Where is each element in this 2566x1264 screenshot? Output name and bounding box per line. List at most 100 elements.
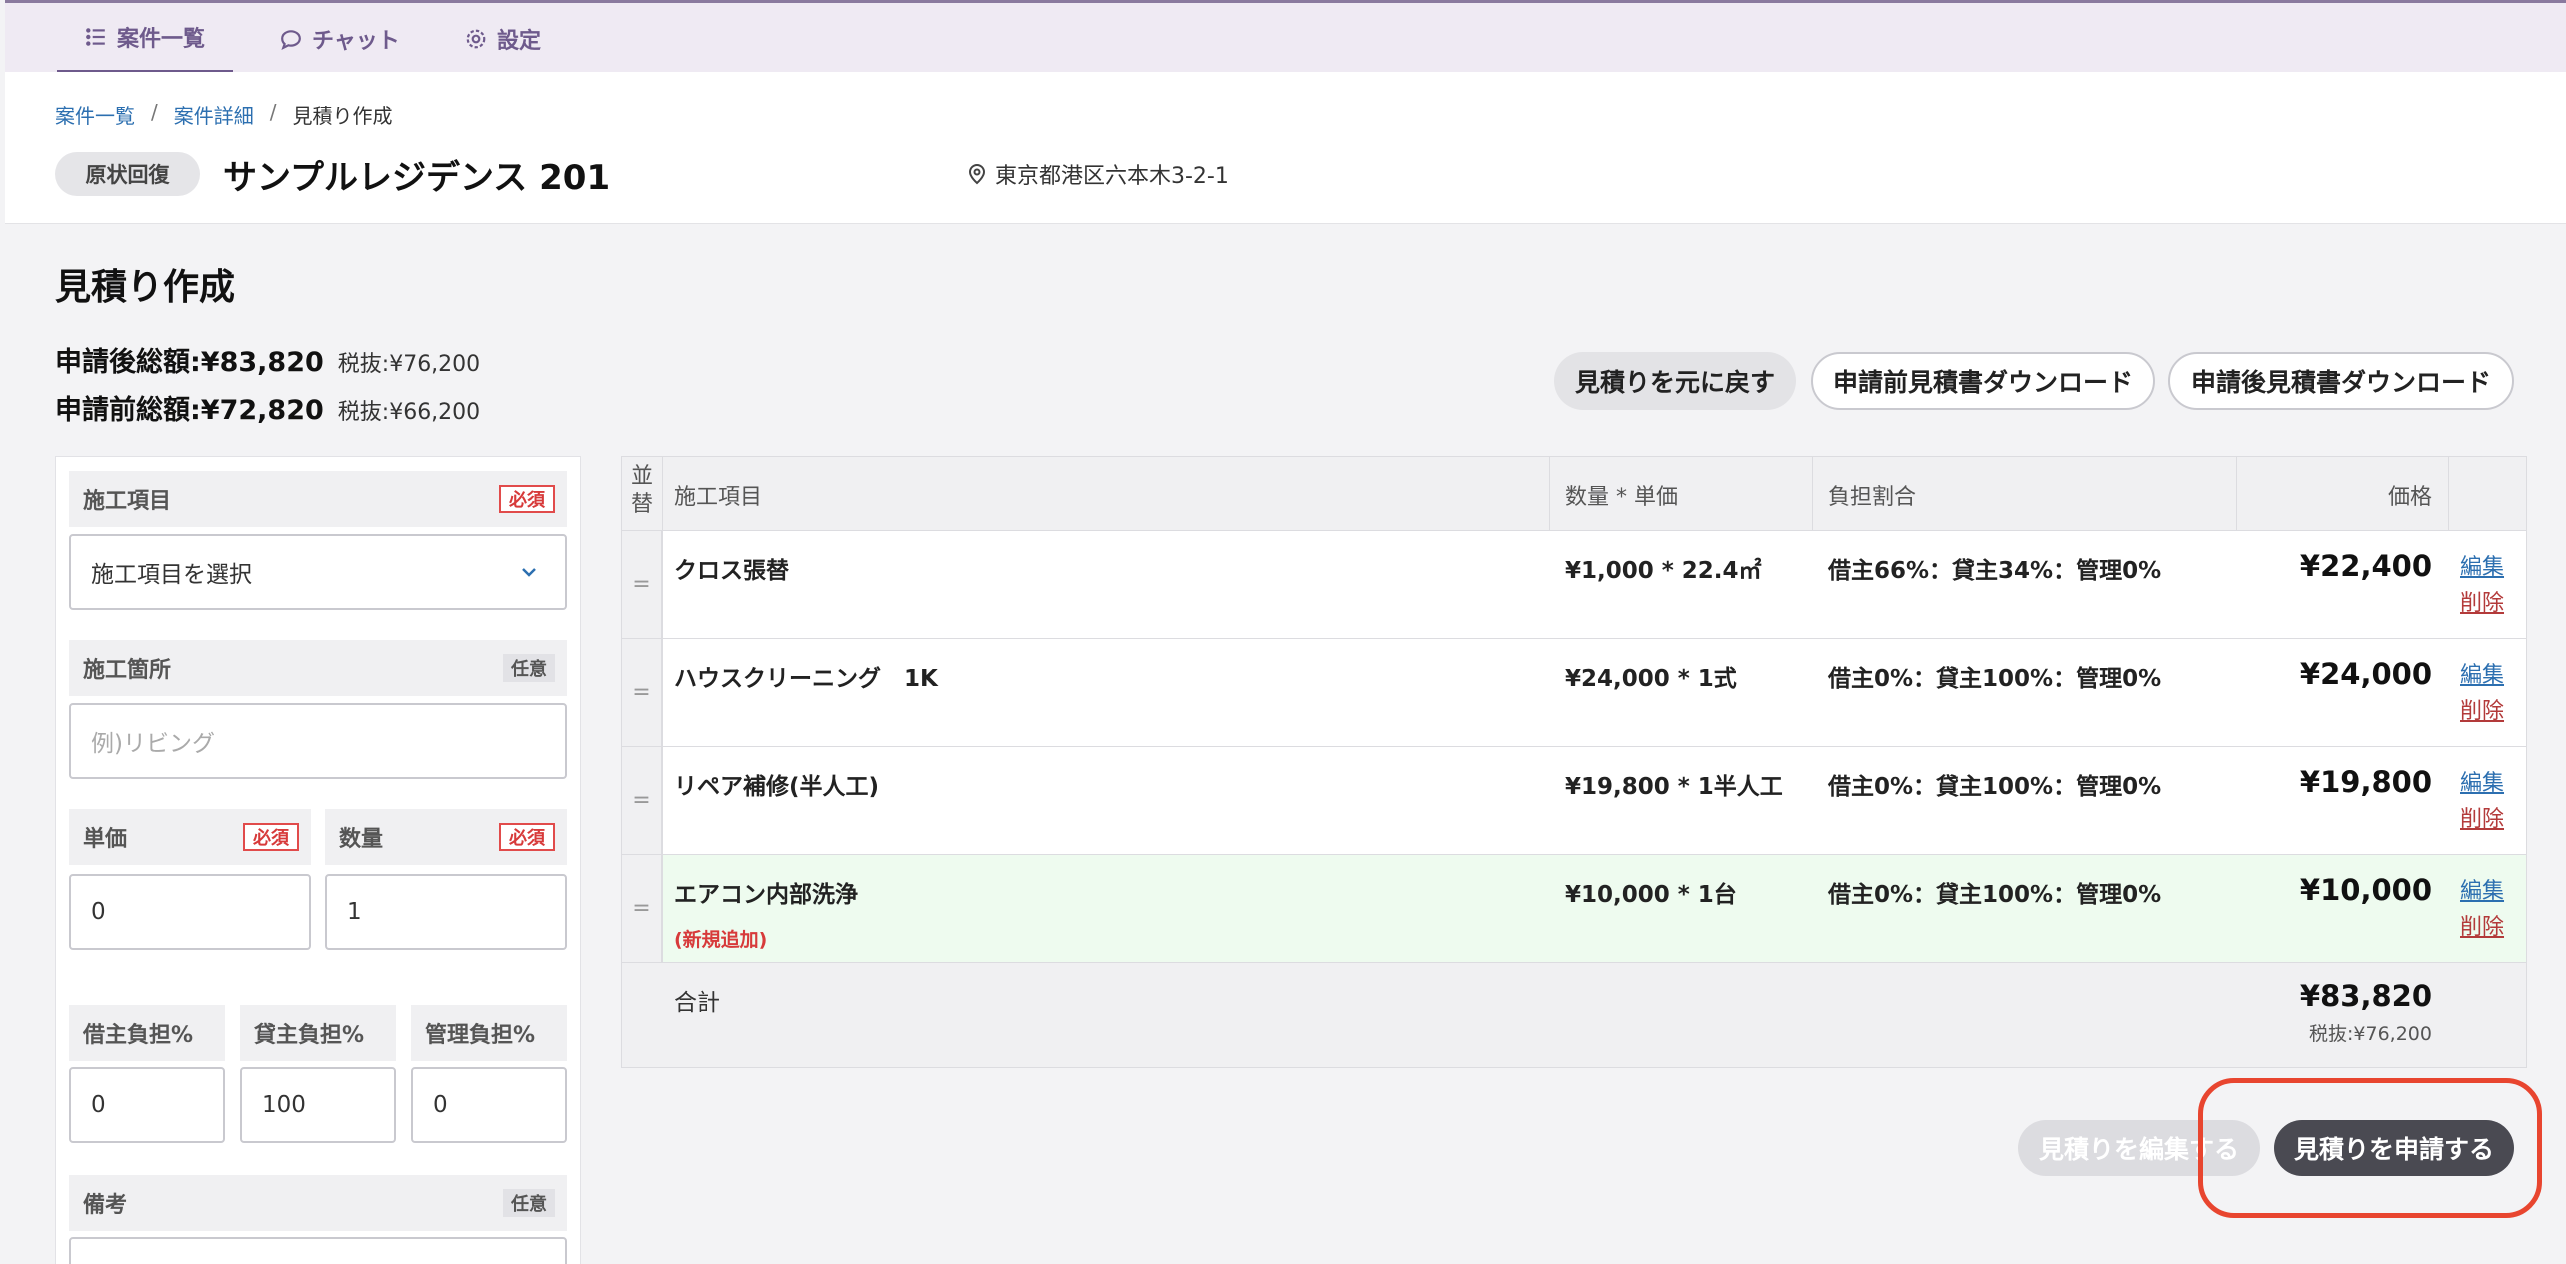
after-total-amount: 申請後総額:¥83,820 <box>55 347 324 378</box>
delete-link[interactable]: 削除 <box>2460 693 2504 725</box>
drag-handle[interactable]: = <box>622 855 662 962</box>
edit-link[interactable]: 編集 <box>2460 765 2504 797</box>
row-item: クロス張替 <box>674 558 789 584</box>
before-total: 申請前総額:¥72,820 税抜:¥66,200 <box>55 388 480 427</box>
row-price: ¥19,800 <box>2299 765 2432 799</box>
header-item: 施工項目 <box>674 485 763 510</box>
location-input[interactable]: 例)リビング <box>69 703 567 779</box>
column-divider <box>662 457 663 963</box>
delete-link[interactable]: 削除 <box>2460 585 2504 617</box>
breadcrumb-current: 見積り作成 <box>292 104 393 128</box>
label-text: 施工項目 <box>83 489 172 514</box>
input-value: 0 <box>91 1092 106 1118</box>
required-badge: 必須 <box>499 485 555 513</box>
management-share-input[interactable]: 0 <box>411 1067 567 1143</box>
total-label: 合計 <box>674 990 720 1016</box>
landlord-share-label: 貸主負担% <box>240 1005 396 1061</box>
landlord-share-input[interactable]: 100 <box>240 1067 396 1143</box>
row-ratio: 借主66%：貸主34%：管理0% <box>1828 558 2162 584</box>
estimate-table: 並替 施工項目 数量 * 単価 負担割合 価格 = クロス張替 ¥1,000 *… <box>621 456 2527 1068</box>
column-divider <box>2448 457 2449 531</box>
new-addition-tag: (新規追加) <box>674 929 768 951</box>
row-qty-price: ¥24,000 * 1式 <box>1565 666 1737 692</box>
table-header: 並替 施工項目 数量 * 単価 負担割合 価格 <box>622 457 2526 531</box>
required-badge: 必須 <box>243 823 299 851</box>
property-name: サンプルレジデンス 201 <box>223 157 611 198</box>
row-ratio: 借主0%：貸主100%：管理0% <box>1828 774 2162 800</box>
row-ratio: 借主0%：貸主100%：管理0% <box>1828 666 2162 692</box>
quantity-input[interactable]: 1 <box>325 874 567 950</box>
top-nav: 案件一覧 チャット 設定 <box>5 0 2566 75</box>
input-value: 100 <box>262 1092 306 1118</box>
delete-link[interactable]: 削除 <box>2460 801 2504 833</box>
tab-label: チャット <box>312 29 400 54</box>
optional-badge: 任意 <box>503 1189 555 1217</box>
row-qty-price: ¥10,000 * 1台 <box>1565 882 1737 908</box>
category-badge: 原状回復 <box>55 152 200 196</box>
after-total: 申請後総額:¥83,820 税抜:¥76,200 <box>55 340 480 379</box>
table-total-row: 合計 ¥83,820 税抜:¥76,200 <box>622 963 2526 1067</box>
select-placeholder: 施工項目を選択 <box>91 562 252 588</box>
tenant-share-input[interactable]: 0 <box>69 1067 225 1143</box>
unit-price-label: 単価 必須 <box>69 809 311 865</box>
work-item-label: 施工項目 必須 <box>69 471 567 527</box>
after-total-ex-tax: 税抜:¥76,200 <box>337 352 481 377</box>
tenant-share-label: 借主負担% <box>69 1005 225 1061</box>
column-divider <box>2236 457 2237 531</box>
breadcrumb: 案件一覧 / 案件詳細 / 見積り作成 <box>55 100 393 129</box>
label-text: 備考 <box>83 1193 128 1218</box>
download-after-button[interactable]: 申請後見積書ダウンロード <box>2168 352 2514 410</box>
tab-chat[interactable]: チャット <box>280 3 400 75</box>
column-divider <box>1549 457 1550 531</box>
required-badge: 必須 <box>499 823 555 851</box>
before-total-amount: 申請前総額:¥72,820 <box>55 395 324 426</box>
breadcrumb-separator: / <box>269 100 277 124</box>
page-title: 見積り作成 <box>55 267 236 308</box>
remarks-input[interactable] <box>69 1237 567 1264</box>
label-text: 数量 <box>339 827 384 852</box>
drag-handle[interactable]: = <box>622 639 662 746</box>
case-header: 案件一覧 / 案件詳細 / 見積り作成 原状回復 サンプルレジデンス 201 東… <box>5 72 2566 224</box>
estimate-item-form: 施工項目 必須 施工項目を選択 施工箇所 任意 例)リビング 単価 必須 0 数… <box>55 456 581 1264</box>
revert-estimate-button[interactable]: 見積りを元に戻す <box>1554 352 1796 410</box>
edit-link[interactable]: 編集 <box>2460 549 2504 581</box>
table-row: = ハウスクリーニング 1K ¥24,000 * 1式 借主0%：貸主100%：… <box>622 639 2526 747</box>
input-value: 1 <box>347 899 362 925</box>
management-share-label: 管理負担% <box>411 1005 567 1061</box>
row-item: リペア補修(半人工) <box>674 774 880 800</box>
label-text: 単価 <box>83 827 128 852</box>
header-qty-price: 数量 * 単価 <box>1565 485 1678 510</box>
header-price: 価格 <box>2387 485 2432 510</box>
total-ex-tax: 税抜:¥76,200 <box>2309 1023 2432 1045</box>
header-sort: 並替 <box>630 464 653 517</box>
tab-case-list[interactable]: 案件一覧 <box>57 3 233 75</box>
drag-handle[interactable]: = <box>622 747 662 854</box>
column-divider <box>1812 457 1813 531</box>
download-before-button[interactable]: 申請前見積書ダウンロード <box>1811 352 2155 410</box>
input-placeholder: 例)リビング <box>91 731 215 757</box>
tab-settings[interactable]: 設定 <box>465 3 541 75</box>
table-row: = リペア補修(半人工) ¥19,800 * 1半人工 借主0%：貸主100%：… <box>622 747 2526 855</box>
list-icon <box>86 27 105 46</box>
edit-link[interactable]: 編集 <box>2460 873 2504 905</box>
breadcrumb-case-detail[interactable]: 案件詳細 <box>174 100 254 129</box>
chevron-down-icon <box>522 568 536 577</box>
delete-link[interactable]: 削除 <box>2460 909 2504 941</box>
drag-handle[interactable]: = <box>622 531 662 638</box>
work-item-select[interactable]: 施工項目を選択 <box>69 534 567 610</box>
unit-price-input[interactable]: 0 <box>69 874 311 950</box>
breadcrumb-case-list[interactable]: 案件一覧 <box>55 100 135 129</box>
property-address: 東京都港区六本木3-2-1 <box>967 152 1229 196</box>
before-total-ex-tax: 税抜:¥66,200 <box>337 400 481 425</box>
row-qty-price: ¥19,800 * 1半人工 <box>1565 774 1783 800</box>
edit-link[interactable]: 編集 <box>2460 657 2504 689</box>
input-value: 0 <box>91 899 106 925</box>
remarks-label: 備考 任意 <box>69 1175 567 1231</box>
label-text: 施工箇所 <box>83 658 172 683</box>
header-ratio: 負担割合 <box>1828 485 1917 510</box>
quantity-label: 数量 必須 <box>325 809 567 865</box>
tab-label: 設定 <box>497 29 542 54</box>
gear-icon <box>466 29 486 49</box>
location-label: 施工箇所 任意 <box>69 640 567 696</box>
table-row: = クロス張替 ¥1,000 * 22.4㎡ 借主66%：貸主34%：管理0% … <box>622 531 2526 639</box>
